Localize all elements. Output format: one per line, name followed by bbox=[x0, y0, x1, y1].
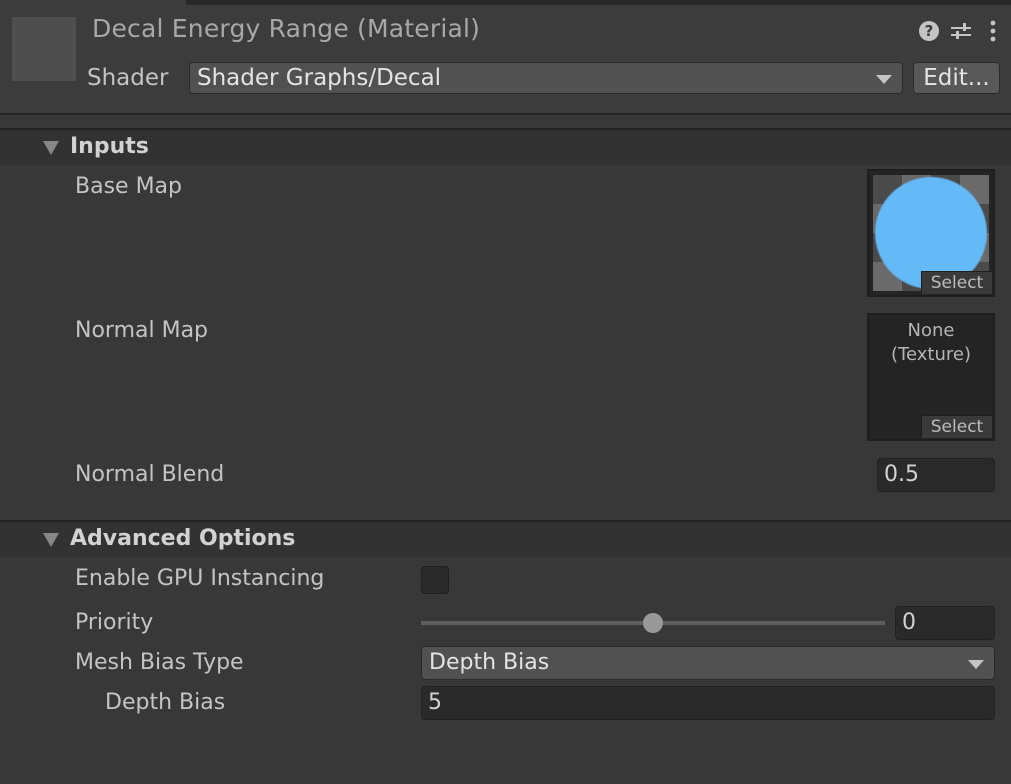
material-preview-icon bbox=[12, 17, 76, 81]
presets-icon[interactable] bbox=[949, 18, 973, 44]
base-map-select-button[interactable]: Select bbox=[921, 271, 992, 294]
mesh-bias-type-label: Mesh Bias Type bbox=[75, 650, 244, 675]
help-icon[interactable]: ? bbox=[917, 18, 941, 44]
normal-blend-field[interactable]: 0.5 bbox=[877, 458, 995, 492]
foldout-arrow-icon bbox=[43, 141, 59, 155]
base-map-label: Base Map bbox=[75, 174, 182, 199]
mesh-bias-type-value: Depth Bias bbox=[429, 650, 550, 675]
texture-type-label: (Texture) bbox=[891, 344, 971, 365]
mesh-bias-type-dropdown[interactable]: Depth Bias bbox=[421, 646, 995, 680]
material-title: Decal Energy Range (Material) bbox=[92, 14, 481, 43]
priority-slider-handle[interactable] bbox=[643, 613, 663, 633]
priority-field[interactable]: 0 bbox=[895, 606, 995, 640]
chevron-down-icon bbox=[876, 75, 892, 84]
normal-map-empty-text: None (Texture) bbox=[869, 319, 993, 367]
shader-dropdown-value: Shader Graphs/Decal bbox=[197, 65, 442, 91]
normal-map-texture-slot[interactable]: None (Texture) Select bbox=[867, 313, 995, 441]
section-header-inputs[interactable]: Inputs bbox=[0, 130, 1011, 165]
foldout-arrow-icon bbox=[43, 533, 59, 547]
depth-bias-label: Depth Bias bbox=[105, 690, 226, 715]
edit-shader-button[interactable]: Edit... bbox=[913, 62, 1000, 94]
section-header-advanced-options[interactable]: Advanced Options bbox=[0, 522, 1011, 557]
none-label: None bbox=[907, 320, 955, 341]
gpu-instancing-checkbox[interactable] bbox=[421, 566, 449, 594]
normal-map-select-button[interactable]: Select bbox=[921, 415, 992, 438]
more-options-icon[interactable] bbox=[981, 18, 1005, 44]
shader-dropdown[interactable]: Shader Graphs/Decal bbox=[189, 62, 903, 94]
priority-label: Priority bbox=[75, 610, 154, 635]
normal-blend-label: Normal Blend bbox=[75, 462, 225, 487]
spacer bbox=[0, 115, 1011, 129]
normal-map-label: Normal Map bbox=[75, 318, 209, 343]
section-title: Advanced Options bbox=[70, 526, 296, 551]
svg-text:?: ? bbox=[925, 22, 934, 40]
gpu-instancing-label: Enable GPU Instancing bbox=[75, 566, 325, 591]
shader-label: Shader bbox=[87, 65, 169, 91]
chevron-down-icon bbox=[968, 660, 984, 669]
section-title: Inputs bbox=[70, 134, 149, 159]
base-map-texture-slot[interactable]: Select bbox=[867, 169, 995, 297]
depth-bias-field[interactable]: 5 bbox=[421, 686, 995, 720]
